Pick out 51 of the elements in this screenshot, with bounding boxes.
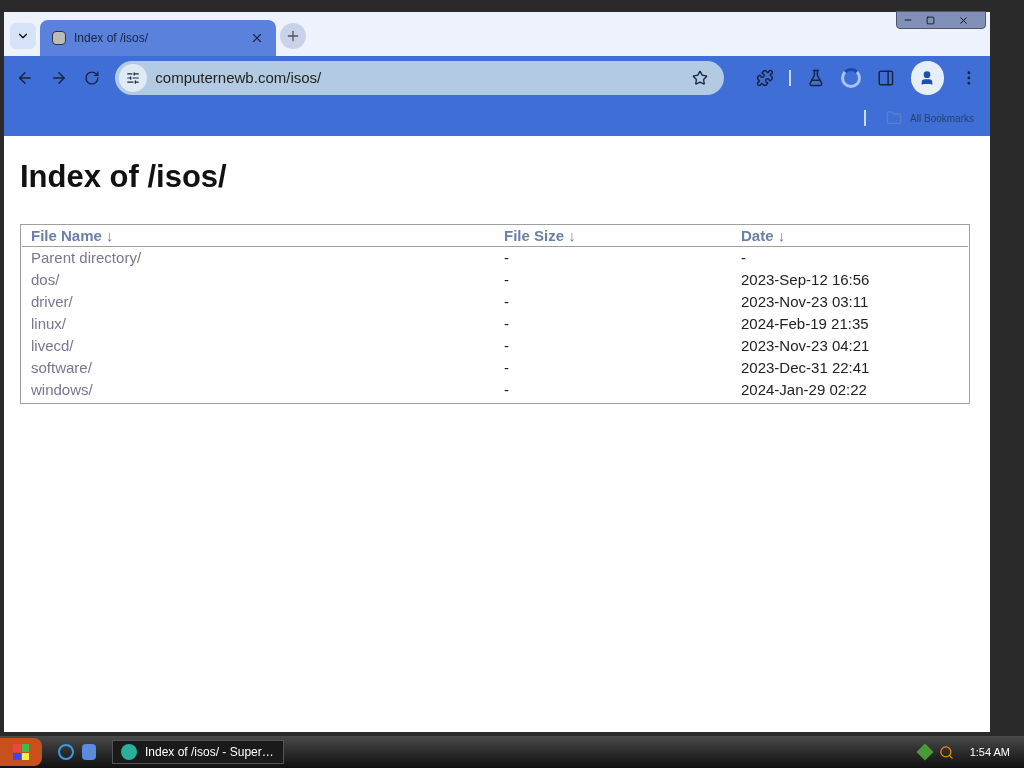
folder-icon: [886, 110, 903, 126]
directory-link[interactable]: windows/: [22, 378, 93, 401]
directory-link[interactable]: software/: [22, 356, 92, 379]
size-cell-text: -: [503, 269, 509, 290]
reload-icon[interactable]: [83, 70, 100, 86]
column-header[interactable]: File Size ↓: [495, 224, 732, 247]
date-cell-text: 2023-Sep-12 16:56: [740, 269, 870, 290]
site-settings-icon[interactable]: [119, 64, 148, 92]
windows-logo-icon: [13, 744, 29, 760]
size-cell-text: -: [503, 291, 509, 312]
size-cell-text: -: [503, 335, 509, 356]
extensions-icon[interactable]: [755, 69, 774, 87]
column-header[interactable]: Date ↓: [732, 224, 968, 247]
search-icon[interactable]: [938, 744, 954, 760]
size-cell-text: -: [503, 247, 509, 268]
size-cell-text: -: [503, 357, 509, 378]
clock: 1:54 AM: [969, 744, 1010, 760]
download-progress-icon[interactable]: [841, 68, 861, 88]
back-icon[interactable]: [16, 69, 34, 87]
profile-avatar[interactable]: [910, 61, 945, 95]
date-cell-text: 2023-Nov-23 03:11: [740, 291, 869, 312]
directory-link[interactable]: linux/: [22, 312, 67, 335]
start-button[interactable]: [0, 738, 42, 766]
page-heading: Index of /isos/: [20, 158, 228, 196]
close-tab-icon[interactable]: [250, 31, 264, 45]
address-bar[interactable]: computernewb.com/isos/: [115, 61, 724, 95]
tab-list-button[interactable]: [10, 23, 36, 49]
taskbar-task[interactable]: Index of /isos/ - Super…: [112, 740, 284, 764]
date-cell-text: 2023-Dec-31 22:41: [740, 357, 870, 378]
new-tab-button[interactable]: [280, 23, 306, 49]
date-cell-text: 2024-Jan-29 02:22: [740, 379, 867, 400]
task-title: Index of /isos/ - Super…: [145, 744, 274, 761]
date-cell-text: 2024-Feb-19 21:35: [740, 313, 869, 334]
directory-link[interactable]: livecd/: [22, 334, 74, 357]
sliders-icon: [126, 71, 141, 85]
directory-link[interactable]: dos/: [22, 268, 60, 291]
size-cell-text: -: [503, 379, 509, 400]
directory-link[interactable]: driver/: [22, 290, 73, 313]
date-cell-text: -: [740, 247, 746, 268]
plus-icon: [285, 28, 301, 44]
side-panel-icon[interactable]: [876, 69, 895, 87]
size-cell-text: -: [503, 313, 509, 334]
tab-title: Index of /isos/: [74, 30, 150, 47]
bookmark-star-icon[interactable]: [691, 70, 708, 86]
column-header[interactable]: File Name ↓: [22, 224, 495, 247]
date-cell-text: 2023-Nov-23 04:21: [740, 335, 870, 356]
maximize-icon: [925, 15, 935, 25]
directory-link[interactable]: Parent directory/: [22, 246, 142, 269]
close-icon: [957, 14, 969, 26]
address-text: computernewb.com/isos/: [155, 67, 323, 88]
browser-tab[interactable]: Index of /isos/: [40, 20, 276, 56]
